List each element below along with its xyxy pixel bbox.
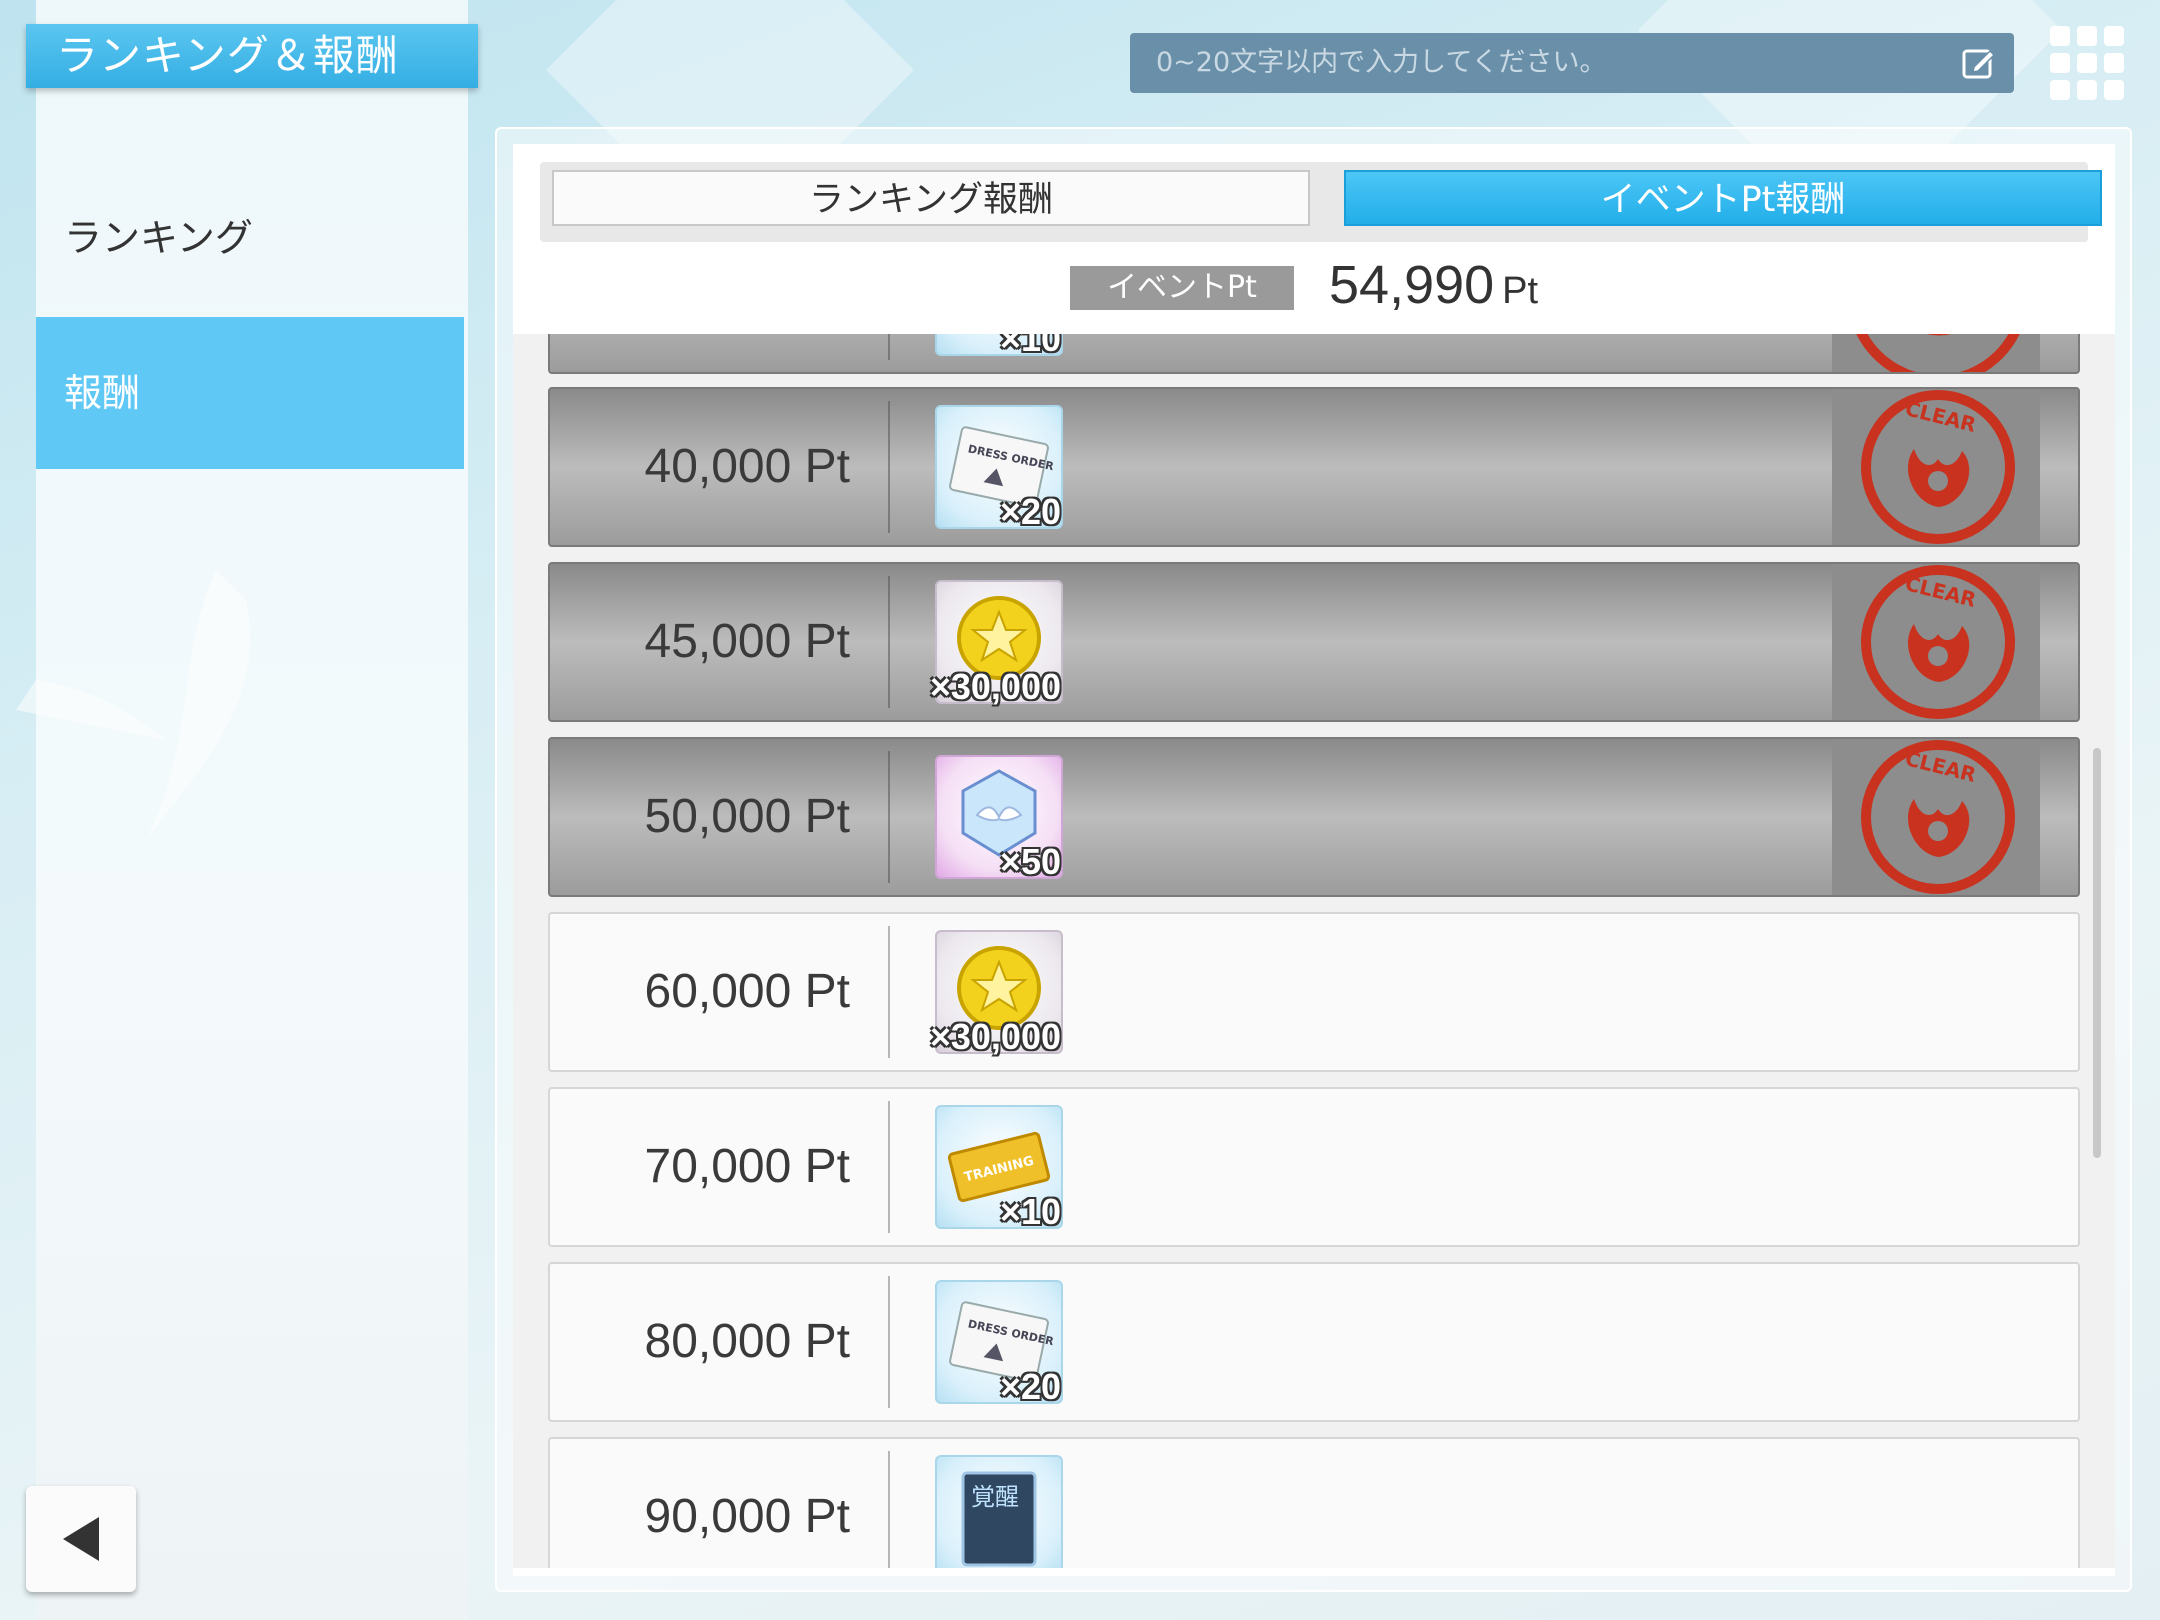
dress-order-ticket-icon[interactable]: DRESS ORDER ×20 xyxy=(935,405,1063,532)
book-graphic: 覚醒 xyxy=(961,1471,1037,1567)
row-divider xyxy=(888,334,890,360)
star-coin-icon[interactable]: ×30,000 xyxy=(930,930,1063,1057)
rewards-panel: ランキング報酬 イベントPt報酬 イベントPt 54,990 Pt ×10 40,… xyxy=(513,144,2115,1576)
reward-points: 70,000 Pt xyxy=(644,1140,851,1193)
reward-points: 40,000 Pt xyxy=(644,440,851,493)
item-quantity: ×30,000 xyxy=(929,1016,1061,1057)
tab-event-pt-reward[interactable]: イベントPt報酬 xyxy=(1344,170,2102,226)
row-divider xyxy=(888,926,890,1058)
dress-order-ticket-icon[interactable]: DRESS ORDER ×20 xyxy=(935,1280,1063,1407)
reward-row: 60,000 Pt ×30,000 xyxy=(548,912,2080,1072)
row-divider xyxy=(888,401,890,533)
clear-stamp-box: CLEAR xyxy=(1832,389,2040,545)
item-quantity: ×20 xyxy=(999,491,1061,532)
tab-ranking-reward[interactable]: ランキング報酬 xyxy=(552,170,1310,226)
sidebar-item-rewards[interactable]: 報酬 xyxy=(36,317,464,469)
reward-row: 50,000 Pt ×50 CLEAR xyxy=(548,737,2080,897)
event-pt-value: 54,990 Pt xyxy=(1329,254,1538,316)
clear-stamp-icon: CLEAR xyxy=(1861,740,2015,894)
event-pt-unit: Pt xyxy=(1502,270,1539,312)
sidebar-item-label: ランキング xyxy=(64,216,253,260)
svg-text:覚醒: 覚醒 xyxy=(971,1483,1019,1511)
name-input-placeholder: 0~20文字以内で入力してください。 xyxy=(1156,47,1607,78)
name-input[interactable]: 0~20文字以内で入力してください。 xyxy=(1130,33,2014,93)
scrollbar[interactable] xyxy=(2093,748,2101,1158)
awakening-book-icon[interactable]: 覚醒 xyxy=(935,1455,1063,1568)
item-quantity: ×10 xyxy=(999,334,1061,359)
reward-list[interactable]: ×10 40,000 Pt DRESS ORDER ×20 CLEAR 45,0… xyxy=(513,334,2115,1568)
item-quantity: ×50 xyxy=(999,841,1061,882)
pencil-square-icon[interactable] xyxy=(1960,45,1996,81)
triangle-left-icon xyxy=(63,1517,99,1561)
reward-row: 40,000 Pt DRESS ORDER ×20 CLEAR xyxy=(548,387,2080,547)
clear-stamp-icon xyxy=(1856,334,2020,372)
reward-row: 80,000 Pt DRESS ORDER ×20 xyxy=(548,1262,2080,1422)
clear-stamp-icon: CLEAR xyxy=(1861,390,2015,544)
event-pt-number: 54,990 xyxy=(1329,255,1495,315)
clear-stamp-box: CLEAR xyxy=(1832,564,2040,720)
reward-row: 45,000 Pt ×30,000 CLEAR xyxy=(548,562,2080,722)
sidebar-title: ランキング＆報酬 xyxy=(26,24,478,88)
reward-tabs: ランキング報酬 イベントPt報酬 xyxy=(540,162,2102,242)
item-quantity: ×10 xyxy=(999,1191,1061,1232)
row-divider xyxy=(888,1101,890,1233)
wing-crystal-icon[interactable]: ×50 xyxy=(935,755,1063,882)
back-button[interactable] xyxy=(26,1486,136,1592)
reward-points: 90,000 Pt xyxy=(644,1490,851,1543)
star-coin-icon[interactable]: ×30,000 xyxy=(930,580,1063,707)
clear-stamp-box xyxy=(1832,334,2040,372)
sidebar-item-ranking[interactable]: ランキング xyxy=(36,162,464,314)
dress-order-ticket-icon[interactable]: ×10 xyxy=(935,334,1063,359)
reward-points: 45,000 Pt xyxy=(644,615,851,668)
item-quantity: ×30,000 xyxy=(929,666,1061,707)
sidebar-item-label: 報酬 xyxy=(64,371,141,415)
row-divider xyxy=(888,576,890,708)
reward-row: ×10 xyxy=(548,334,2080,374)
row-divider xyxy=(888,1276,890,1408)
clear-stamp-icon: CLEAR xyxy=(1861,565,2015,719)
row-divider xyxy=(888,751,890,883)
feather-decoration xyxy=(16,570,250,840)
reward-points: 50,000 Pt xyxy=(644,790,851,843)
event-pt-label: イベントPt xyxy=(1070,266,1294,310)
reward-row: 70,000 Pt TRAINING ×10 xyxy=(548,1087,2080,1247)
clear-stamp-box: CLEAR xyxy=(1832,739,2040,895)
reward-row: 90,000 Pt 覚醒 xyxy=(548,1437,2080,1568)
row-divider xyxy=(888,1451,890,1568)
item-quantity: ×20 xyxy=(999,1366,1061,1407)
training-ticket-icon[interactable]: TRAINING ×10 xyxy=(935,1105,1063,1232)
grid-menu-icon[interactable] xyxy=(2050,26,2124,100)
reward-points: 60,000 Pt xyxy=(644,965,851,1018)
reward-points: 80,000 Pt xyxy=(644,1315,851,1368)
